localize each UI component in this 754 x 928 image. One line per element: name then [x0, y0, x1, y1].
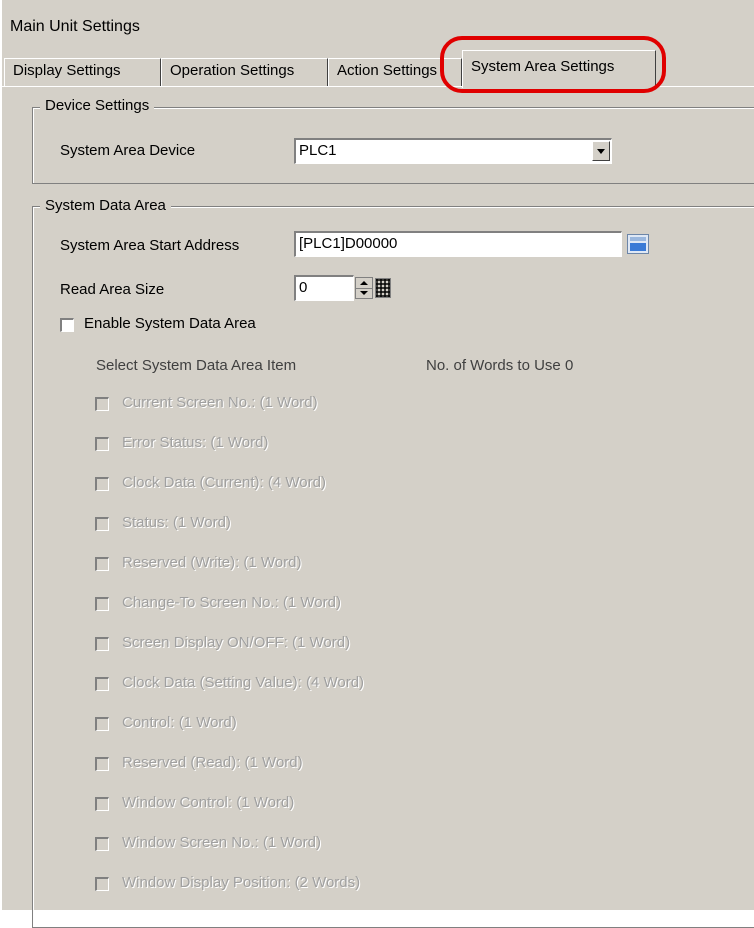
tab-label: System Area Settings — [471, 58, 615, 75]
start-address-value: [PLC1]D00000 — [299, 235, 398, 252]
system-data-area-item-label: Current Screen No.: (1 Word) — [122, 394, 318, 411]
system-data-area-item-checkbox[interactable] — [95, 717, 109, 731]
tab-label: Display Settings — [13, 62, 121, 79]
system-data-area-item-checkbox[interactable] — [95, 557, 109, 571]
enable-system-data-area-label: Enable System Data Area — [84, 315, 256, 332]
system-data-area-item-label: Window Screen No.: (1 Word) — [122, 834, 321, 851]
system-data-area-item-checkbox[interactable] — [95, 757, 109, 771]
window-edge — [0, 0, 2, 910]
keypad-icon[interactable] — [375, 278, 391, 298]
window-title: Main Unit Settings — [10, 18, 140, 35]
tab-display-settings[interactable]: Display Settings — [4, 58, 161, 86]
system-data-area-item-label: Reserved (Write): (1 Word) — [122, 554, 302, 571]
tab-operation-settings[interactable]: Operation Settings — [161, 58, 328, 86]
system-data-area-item-checkbox[interactable] — [95, 517, 109, 531]
system-data-area-item-checkbox[interactable] — [95, 837, 109, 851]
system-data-area-item-checkbox[interactable] — [95, 397, 109, 411]
enable-system-data-area-checkbox[interactable] — [60, 318, 74, 332]
read-area-size-spinner[interactable] — [355, 277, 373, 299]
system-data-area-item-label: Status: (1 Word) — [122, 514, 231, 531]
start-address-label: System Area Start Address — [60, 237, 240, 254]
system-data-area-item-label: Clock Data (Setting Value): (4 Word) — [122, 674, 365, 691]
read-area-size-input[interactable]: 0 — [294, 275, 354, 301]
system-data-area-item-label: Window Control: (1 Word) — [122, 794, 295, 811]
system-data-area-item-label: Change-To Screen No.: (1 Word) — [122, 594, 341, 611]
system-data-area-item-checkbox[interactable] — [95, 797, 109, 811]
system-area-device-value: PLC1 — [299, 142, 337, 159]
tab-system-area-settings[interactable]: System Area Settings — [462, 50, 656, 88]
tab-label: Operation Settings — [170, 62, 295, 79]
start-address-input[interactable]: [PLC1]D00000 — [294, 231, 622, 257]
address-input-icon[interactable] — [627, 234, 649, 254]
read-area-size-label: Read Area Size — [60, 281, 165, 298]
system-data-area-item-checkbox[interactable] — [95, 477, 109, 491]
tab-label: Action Settings — [337, 62, 438, 79]
icon-part — [630, 237, 646, 241]
device-settings-title: Device Settings — [40, 97, 155, 114]
system-data-area-title: System Data Area — [40, 197, 171, 214]
system-data-area-item-checkbox[interactable] — [95, 597, 109, 611]
system-data-area-item-checkbox[interactable] — [95, 877, 109, 891]
spin-up-icon[interactable] — [360, 281, 368, 285]
system-area-device-select[interactable]: PLC1 — [294, 138, 612, 164]
main-unit-settings-window: Main Unit Settings Display Settings Oper… — [0, 0, 754, 928]
system-data-area-item-checkbox[interactable] — [95, 677, 109, 691]
spin-divider — [356, 288, 372, 289]
system-data-area-item-label: Error Status: (1 Word) — [122, 434, 269, 451]
words-to-use-label: No. of Words to Use 0 — [426, 357, 574, 374]
system-data-area-item-label: Clock Data (Current): (4 Word) — [122, 474, 326, 491]
spin-down-icon[interactable] — [360, 291, 368, 295]
select-items-label: Select System Data Area Item — [96, 357, 297, 374]
icon-part — [630, 243, 646, 251]
system-data-area-item-label: Reserved (Read): (1 Word) — [122, 754, 303, 771]
system-area-device-label: System Area Device — [60, 142, 196, 159]
chevron-down-icon[interactable] — [592, 141, 610, 161]
read-area-size-value: 0 — [299, 279, 308, 296]
system-data-area-item-label: Window Display Position: (2 Words) — [122, 874, 361, 891]
system-data-area-item-checkbox[interactable] — [95, 437, 109, 451]
system-data-area-item-label: Control: (1 Word) — [122, 714, 237, 731]
system-data-area-item-checkbox[interactable] — [95, 637, 109, 651]
system-data-area-item-label: Screen Display ON/OFF: (1 Word) — [122, 634, 351, 651]
tab-action-settings[interactable]: Action Settings — [328, 58, 462, 86]
